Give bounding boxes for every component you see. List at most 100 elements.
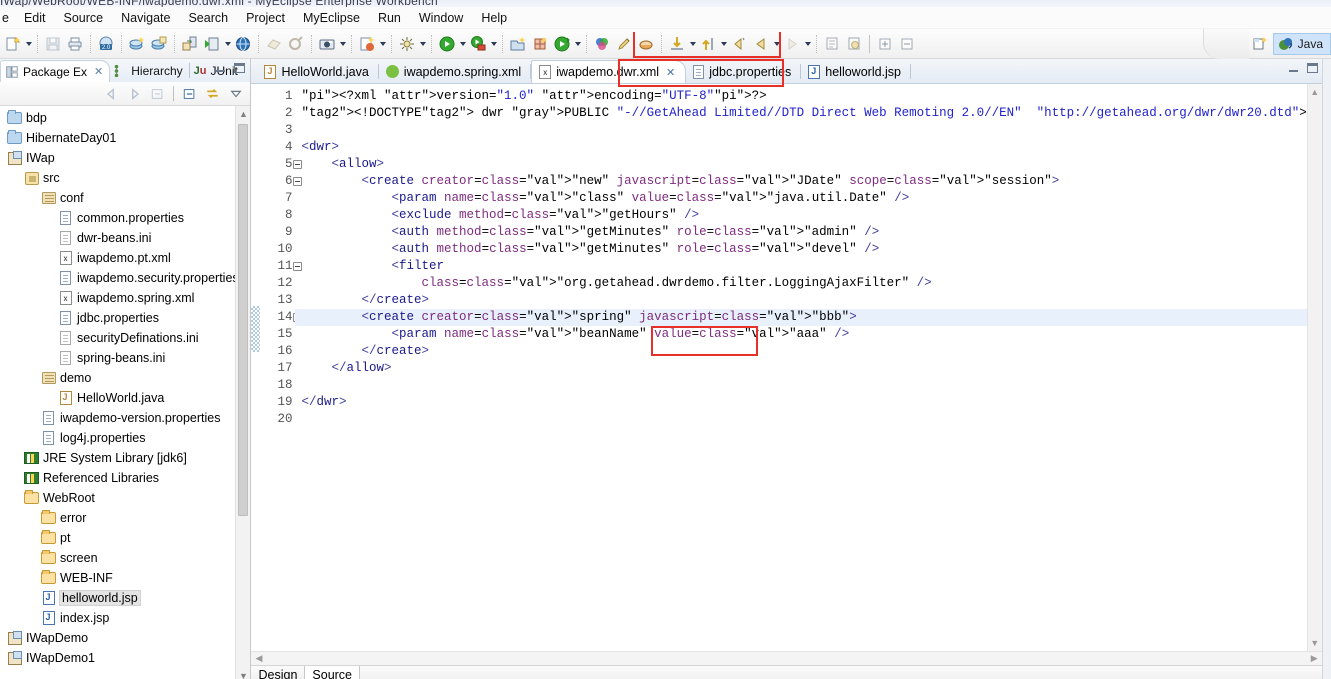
new-xml-icon[interactable] — [356, 33, 378, 55]
step-return-dropdown-icon[interactable] — [719, 33, 728, 55]
code-line[interactable]: <auth method=class="val">"getMinutes" ro… — [295, 241, 1306, 258]
tree-item[interactable]: demo — [0, 368, 250, 388]
code-line[interactable] — [295, 122, 1306, 139]
tree-item[interactable]: iwapdemo.security.properties — [0, 268, 250, 288]
package-explorer-refresh-icon[interactable] — [529, 33, 551, 55]
perspective-java-button[interactable]: Java — [1272, 33, 1331, 55]
scroll-down-icon[interactable]: ▼ — [1308, 635, 1322, 651]
code-line[interactable] — [295, 377, 1306, 394]
tree-item[interactable]: x iwapdemo.pt.xml — [0, 248, 250, 268]
tree-item[interactable]: IWap — [0, 148, 250, 168]
tree-item[interactable]: JRE System Library [jdk6] — [0, 448, 250, 468]
new-wizard-icon[interactable] — [2, 33, 24, 55]
print-icon[interactable] — [64, 33, 86, 55]
code-line[interactable]: <exclude method=class="val">"getHours" /… — [295, 207, 1306, 224]
run-server-icon[interactable] — [201, 33, 223, 55]
tree-item[interactable]: conf — [0, 188, 250, 208]
code-line[interactable]: </dwr> — [295, 394, 1306, 411]
new-xml-dropdown-icon[interactable] — [378, 33, 387, 55]
editor-tab-helloworld-jsp[interactable]: helloworld.jsp — [801, 60, 911, 83]
back-icon[interactable] — [750, 33, 772, 55]
code-line[interactable]: "tag2"><!DOCTYPE"tag2"> dwr "gray">PUBLI… — [295, 105, 1306, 122]
menu-file[interactable]: e — [0, 9, 15, 27]
external-tools-icon[interactable] — [396, 33, 418, 55]
scroll-up-icon[interactable]: ▲ — [236, 106, 250, 122]
external-tools-dropdown-icon[interactable] — [418, 33, 427, 55]
tree-item[interactable]: IWapDemo — [0, 628, 250, 648]
snapshot-dropdown-icon[interactable] — [338, 33, 347, 55]
editor-tab-helloworld-java[interactable]: HelloWorld.java — [257, 60, 379, 83]
step-return-icon[interactable] — [697, 33, 719, 55]
code-line[interactable]: <filter — [295, 258, 1306, 275]
editor-tab-jdbc-properties[interactable]: jdbc.properties — [686, 60, 802, 83]
tree-item[interactable]: IWapDemo1 — [0, 648, 250, 668]
code-line[interactable]: class=class="val">"org.getahead.dwrdemo.… — [295, 275, 1306, 292]
open-perspective-dropdown-icon[interactable] — [573, 33, 582, 55]
tab-design[interactable]: Design — [251, 666, 306, 679]
web20-icon[interactable]: 2.0 — [95, 33, 117, 55]
tree-item[interactable]: screen — [0, 548, 250, 568]
tree-item[interactable]: src — [0, 168, 250, 188]
forward-dropdown-icon[interactable] — [803, 33, 812, 55]
code-line[interactable] — [295, 411, 1306, 428]
step-into-dropdown-icon[interactable] — [688, 33, 697, 55]
code-line[interactable]: <param name=class="val">"class" value=cl… — [295, 190, 1306, 207]
minimize-view-icon[interactable] — [214, 62, 227, 74]
tree-item[interactable]: securityDefinations.ini — [0, 328, 250, 348]
run-external-dropdown-icon[interactable] — [489, 33, 498, 55]
collapse-all-icon[interactable] — [179, 84, 200, 104]
code-line[interactable]: <create creator=class="val">"spring" jav… — [295, 309, 1307, 326]
code-line[interactable]: </allow> — [295, 360, 1306, 377]
minimize-editor-icon[interactable] — [1287, 62, 1300, 74]
tree-item[interactable]: bdp — [0, 108, 250, 128]
link-with-editor-icon[interactable] — [202, 84, 223, 104]
tree-item[interactable]: WEB-INF — [0, 568, 250, 588]
tree-item[interactable]: WebRoot — [0, 488, 250, 508]
go-into-icon[interactable] — [147, 84, 168, 104]
scrollbar-thumb[interactable] — [238, 124, 249, 516]
run-icon[interactable] — [436, 33, 458, 55]
collapse-all-icon[interactable] — [896, 33, 918, 55]
menu-edit[interactable]: Edit — [15, 9, 55, 27]
scroll-up-icon[interactable]: ▲ — [1308, 84, 1322, 100]
code-line[interactable]: <allow> — [295, 156, 1306, 173]
search-history-icon[interactable] — [285, 33, 307, 55]
open-browser-icon[interactable] — [232, 33, 254, 55]
editor-vertical-scrollbar[interactable]: ▲ ▼ — [1306, 84, 1322, 651]
menu-help[interactable]: Help — [472, 9, 516, 27]
code-line[interactable]: </create> — [295, 292, 1306, 309]
menu-navigate[interactable]: Navigate — [112, 9, 179, 27]
new-db-connection-icon[interactable] — [126, 33, 148, 55]
code-line[interactable]: <param name=class="val">"beanName" value… — [295, 326, 1306, 343]
team-synchronize-icon[interactable] — [591, 33, 613, 55]
tab-source[interactable]: Source — [305, 666, 361, 679]
code-line[interactable]: <create creator=class="val">"new" javasc… — [295, 173, 1306, 190]
next-annotation-icon[interactable] — [821, 33, 843, 55]
tree-item[interactable]: spring-beans.ini — [0, 348, 250, 368]
maximize-view-icon[interactable] — [233, 62, 246, 74]
close-icon[interactable]: ✕ — [666, 66, 675, 79]
tree-item[interactable]: helloworld.jsp — [0, 588, 250, 608]
previous-annotation-icon[interactable] — [843, 33, 865, 55]
deploy-icon[interactable] — [179, 33, 201, 55]
tree-item[interactable]: log4j.properties — [0, 428, 250, 448]
run-dropdown-icon[interactable] — [458, 33, 467, 55]
code-line[interactable]: <auth method=class="val">"getMinutes" ro… — [295, 224, 1306, 241]
code-viewport[interactable]: "pi"><?xml "attr">version="1.0" "attr">e… — [295, 84, 1307, 651]
code-line[interactable]: "pi"><?xml "attr">version="1.0" "attr">e… — [295, 88, 1306, 105]
snapshot-icon[interactable] — [316, 33, 338, 55]
scroll-right-icon[interactable]: ▶ — [1307, 653, 1322, 664]
menu-window[interactable]: Window — [410, 9, 472, 27]
forward-icon[interactable] — [781, 33, 803, 55]
new-wizard-dropdown-icon[interactable] — [24, 33, 33, 55]
tree-item[interactable]: x iwapdemo.spring.xml — [0, 288, 250, 308]
tree-item[interactable]: index.jsp — [0, 608, 250, 628]
new-project-icon[interactable] — [507, 33, 529, 55]
close-icon[interactable]: ✕ — [94, 65, 103, 78]
menu-project[interactable]: Project — [237, 9, 294, 27]
menu-search[interactable]: Search — [179, 9, 237, 27]
back-history-icon[interactable] — [728, 33, 750, 55]
tree-item[interactable]: pt — [0, 528, 250, 548]
menu-run[interactable]: Run — [369, 9, 410, 27]
tree-item[interactable]: iwapdemo-version.properties — [0, 408, 250, 428]
